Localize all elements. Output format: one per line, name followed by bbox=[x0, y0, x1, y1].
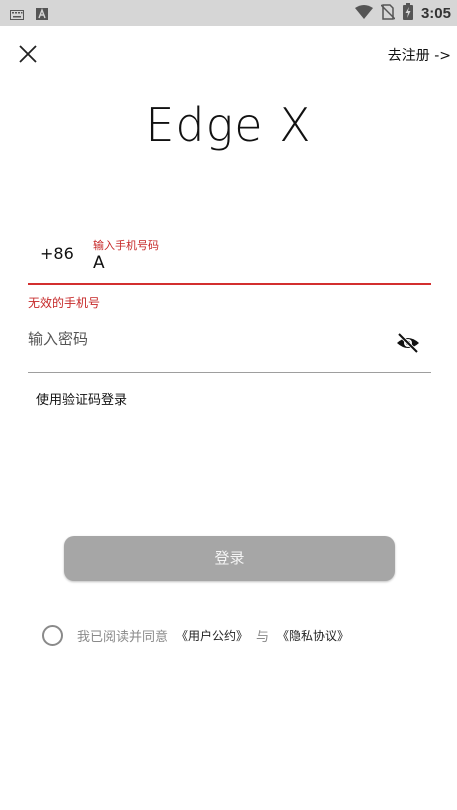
sms-login-link[interactable]: 使用验证码登录 bbox=[36, 389, 127, 408]
password-field[interactable] bbox=[28, 322, 431, 373]
app-logo: Edge X bbox=[145, 98, 312, 152]
user-agreement-link[interactable]: 《用户公约》 bbox=[176, 627, 248, 644]
battery-charging-icon bbox=[402, 3, 413, 24]
no-sim-icon bbox=[380, 3, 396, 24]
login-button[interactable]: 登录 bbox=[64, 536, 395, 581]
agreement-prefix: 我已阅读并同意 bbox=[77, 629, 169, 645]
agreement-conjunction: 与 bbox=[256, 629, 270, 645]
font-a-icon bbox=[36, 5, 48, 24]
agreement-checkbox[interactable] bbox=[42, 624, 63, 646]
close-button[interactable] bbox=[16, 42, 40, 66]
status-bar: 3:05 bbox=[0, 0, 457, 26]
toggle-password-visibility-button[interactable] bbox=[395, 330, 421, 356]
phone-input[interactable] bbox=[93, 253, 413, 273]
privacy-policy-link[interactable]: 《隐私协议》 bbox=[277, 627, 349, 644]
password-input[interactable] bbox=[28, 330, 368, 348]
phone-field[interactable]: +86 输入手机号码 bbox=[28, 233, 431, 285]
agreement-row: 我已阅读并同意 《用户公约》 与 《隐私协议》 bbox=[42, 624, 357, 646]
country-code[interactable]: +86 bbox=[40, 244, 74, 263]
keyboard-icon bbox=[10, 5, 24, 24]
eye-off-icon bbox=[397, 332, 419, 354]
phone-error-text: 无效的手机号 bbox=[28, 296, 101, 310]
wifi-icon bbox=[354, 4, 373, 23]
status-time: 3:05 bbox=[420, 5, 451, 22]
close-icon bbox=[19, 45, 37, 63]
register-link[interactable]: 去注册 -> bbox=[388, 45, 451, 65]
phone-label: 输入手机号码 bbox=[93, 239, 159, 252]
